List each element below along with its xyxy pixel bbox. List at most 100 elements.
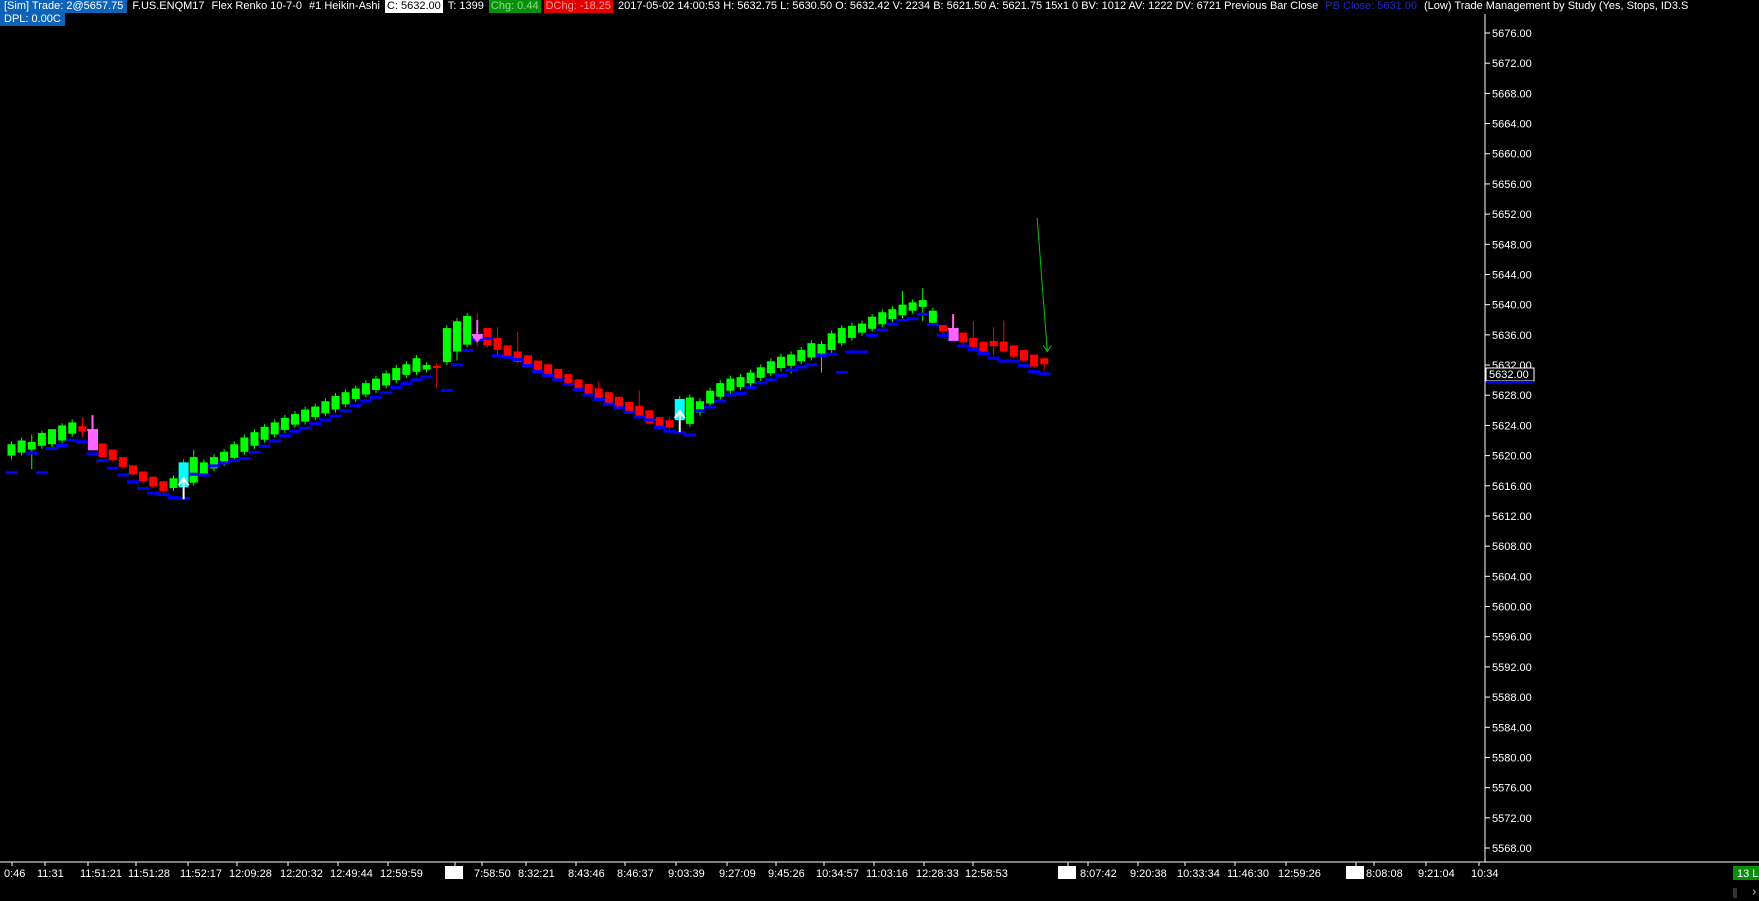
daily-change-box: DChg: -18.25 [543, 0, 614, 13]
candle-body [139, 471, 148, 482]
stop-marker [451, 363, 463, 367]
time-tick-label: 9:27:09 [719, 868, 756, 880]
stop-marker [633, 415, 646, 419]
candle-body [432, 365, 441, 369]
candle-body [321, 401, 330, 414]
candle-body [918, 300, 927, 307]
candle-body [716, 383, 725, 397]
candle-body [270, 422, 279, 435]
candle-body [68, 422, 77, 434]
stop-marker [683, 433, 696, 437]
date-marker-label: 5-4 [1348, 868, 1364, 880]
candles [7, 288, 1049, 493]
candle-body [898, 304, 907, 316]
price-tick-label: 5648.00 [1492, 239, 1532, 251]
time-tick-label: 12:59:59 [380, 868, 423, 880]
time-tick-label: 11:51:21 [80, 868, 122, 880]
stop-marker [714, 399, 727, 403]
candle-body [837, 328, 846, 344]
chart-header: [Sim] Trade: 2@5657.75 F.US.ENQM17 Flex … [0, 0, 1693, 13]
time-tick-label: 9:45:26 [768, 868, 805, 880]
stop-marker [289, 429, 301, 433]
candle-body [534, 360, 542, 371]
candle-body [189, 457, 198, 483]
stop-marker [380, 391, 393, 395]
price-tick-label: 5620.00 [1492, 451, 1532, 463]
time-tick-label: 7:58:50 [474, 868, 511, 880]
stop-marker [734, 391, 747, 395]
stop-marker [653, 425, 666, 429]
time-tick-label: 11:51:28 [128, 868, 170, 880]
stop-marker [248, 450, 261, 454]
stop-marker [825, 352, 838, 356]
candle-body [1020, 349, 1028, 361]
price-tick-label: 5668.00 [1492, 88, 1532, 100]
candle-body [787, 354, 796, 366]
sim-trade-badge[interactable]: [Sim] Trade: 2@5657.75 [0, 0, 128, 13]
candle-body [503, 345, 512, 356]
price-tick-label: 5600.00 [1492, 602, 1532, 614]
price-chart[interactable]: 5676.00 5672.00 5668.00 5664.00 5660.00 5656.… [0, 0, 1759, 901]
price-tick-label: 5616.00 [1492, 481, 1532, 493]
scroll-thumb[interactable] [1733, 888, 1737, 898]
candle-body [665, 420, 674, 428]
horizontal-scrollbar[interactable]: › [0, 885, 1759, 901]
time-tick-label: 8:32:21 [518, 868, 555, 880]
time-tick-label: 12:09:28 [229, 868, 272, 880]
candle-body [341, 392, 350, 405]
stop-marker [694, 409, 706, 413]
candle-body [412, 358, 421, 372]
price-axis[interactable]: 5676.00 5672.00 5668.00 5664.00 5660.00 5656.… [1484, 14, 1535, 862]
stop-marker [400, 382, 413, 386]
candle-body [604, 392, 613, 403]
stop-marker [967, 348, 980, 352]
stop-marker [1038, 372, 1051, 376]
stop-marker [623, 410, 636, 414]
candle-body [291, 414, 299, 425]
candle-body [908, 302, 917, 311]
candle-body [615, 396, 623, 408]
candle-body [7, 444, 16, 456]
stop-marker [86, 452, 99, 456]
candle-body [685, 397, 694, 424]
price-tick-label: 5580.00 [1492, 752, 1532, 764]
stop-marker [552, 378, 565, 382]
stop-marker [25, 451, 38, 455]
stop-marker [96, 459, 109, 463]
time-tick-label: 12:59:26 [1278, 868, 1321, 880]
stop-marker [258, 444, 271, 448]
stop-marker [572, 388, 585, 392]
stop-marker [116, 473, 129, 477]
candle-body [422, 365, 431, 370]
candle-body [159, 481, 168, 492]
stop-marker [957, 344, 970, 348]
stop-marker [835, 370, 848, 374]
stop-marker [410, 378, 423, 382]
time-tick-label: 11:31 [37, 868, 64, 880]
price-tick-label: 5584.00 [1492, 722, 1532, 734]
candle-body [260, 426, 269, 440]
candle-body [999, 341, 1008, 352]
candle-body [888, 309, 897, 320]
candle-body [361, 383, 370, 395]
stop-marker [754, 381, 767, 385]
stop-marker [197, 473, 210, 477]
candle-body [625, 402, 634, 412]
candle-body [1030, 354, 1039, 367]
candle-body [230, 444, 239, 458]
scroll-right-icon[interactable]: › [1752, 885, 1757, 900]
stop-marker [937, 333, 949, 337]
stop-marker [602, 402, 615, 406]
time-axis[interactable]: 0:46 11:31 11:51:21 11:51:28 11:52:17 12:09:2… [0, 861, 1759, 880]
chart-type-label: Flex Renko 10-7-0 [211, 0, 303, 12]
price-tick-label: 5572.00 [1492, 813, 1532, 825]
candle-body [989, 340, 998, 347]
candle-body [483, 328, 492, 346]
stop-marker [856, 350, 868, 354]
stop-marker [481, 336, 494, 340]
candle-body [847, 325, 856, 338]
time-tick-label: 12:20:32 [280, 868, 323, 880]
price-tick-label: 5588.00 [1492, 692, 1532, 704]
candle-body [635, 405, 644, 417]
candle-body [1009, 345, 1018, 357]
